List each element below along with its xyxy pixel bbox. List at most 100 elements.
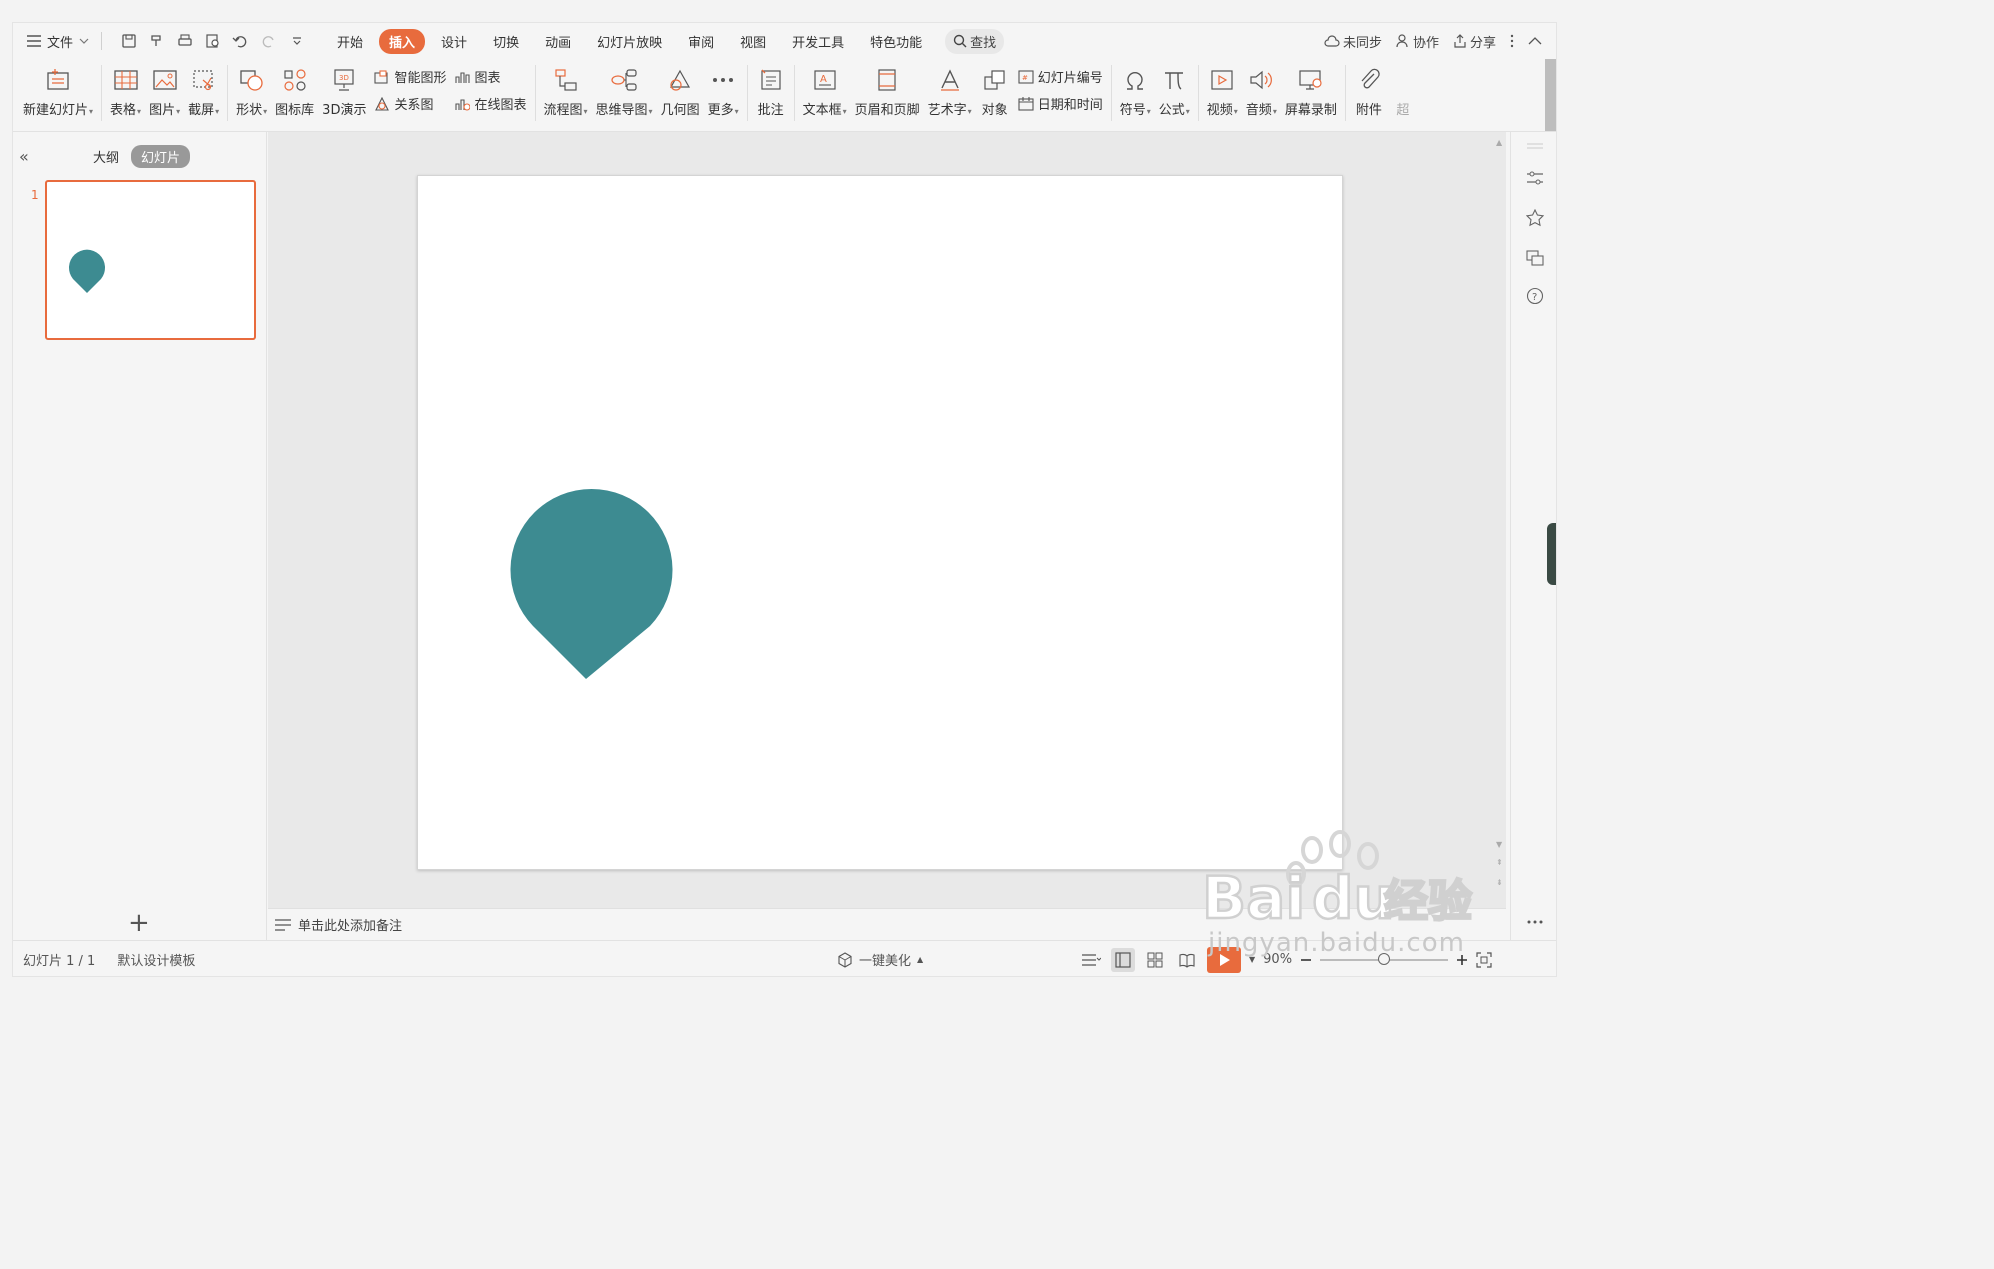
relation-button[interactable]: 关系图 [374, 94, 446, 113]
icon-library-button[interactable]: 图标库 [275, 59, 314, 123]
picture-button[interactable]: 图片▾ [149, 59, 180, 123]
video-button[interactable]: 视频▾ [1207, 59, 1238, 123]
collapse-panel-icon[interactable]: « [19, 147, 29, 166]
screen-record-button[interactable]: 屏幕录制 [1285, 59, 1337, 123]
template-name[interactable]: 默认设计模板 [117, 950, 195, 969]
slide-number-label: 1 [31, 188, 39, 202]
redo-icon[interactable] [256, 28, 282, 54]
collapse-ribbon-icon[interactable] [1528, 37, 1542, 45]
format-painter-icon[interactable] [144, 28, 170, 54]
tab-outline[interactable]: 大纲 [93, 147, 119, 166]
beautify-icon [837, 951, 853, 968]
tab-insert[interactable]: 插入 [379, 28, 426, 54]
wordart-button[interactable]: 艺术字▾ [928, 59, 972, 123]
print-icon[interactable] [172, 28, 198, 54]
search-button[interactable]: 查找 [945, 28, 1005, 54]
mindmap-button[interactable]: 思维导图▾ [596, 59, 653, 123]
comment-icon [756, 65, 786, 95]
teardrop-shape[interactable] [510, 488, 673, 679]
omega-icon [1120, 65, 1150, 95]
new-slide-button[interactable]: 新建幻灯片▾ [23, 59, 93, 123]
share-button[interactable]: 分享 [1453, 32, 1496, 51]
header-footer-button[interactable]: 页眉和页脚 [855, 59, 920, 123]
video-label: 视频 [1206, 103, 1233, 118]
tab-developer[interactable]: 开发工具 [782, 29, 854, 54]
collaborate-button[interactable]: 协作 [1396, 32, 1439, 51]
tab-design[interactable]: 设计 [431, 29, 477, 54]
comment-button[interactable]: 批注 [756, 59, 786, 123]
tab-slides[interactable]: 幻灯片 [131, 144, 191, 168]
slide-number-button[interactable]: # 幻灯片编号 [1018, 67, 1103, 86]
smart-art-label: 智能图形 [394, 71, 447, 86]
reading-view-icon[interactable] [1175, 948, 1199, 972]
wordart-label: 艺术字 [927, 103, 967, 118]
ribbon-scroll-right[interactable] [1545, 59, 1556, 131]
slide-number-label: 幻灯片编号 [1037, 71, 1103, 86]
shapes-icon [237, 65, 267, 95]
smart-art-icon [374, 69, 390, 84]
thumbnail-teardrop-shape [69, 249, 105, 293]
scroll-up-icon[interactable]: ▲ [1496, 138, 1502, 147]
overflow-button[interactable]: 超 [1388, 59, 1418, 123]
icon-library-icon [280, 65, 310, 95]
notes-placeholder: 单击此处添加备注 [298, 919, 403, 934]
formula-button[interactable]: 公式▾ [1159, 59, 1190, 123]
normal-view-icon[interactable] [1111, 947, 1135, 972]
tab-slideshow[interactable]: 幻灯片放映 [587, 29, 672, 54]
slide-thumbnail[interactable] [45, 180, 256, 340]
symbol-label: 符号 [1119, 103, 1146, 118]
datetime-button[interactable]: 日期和时间 [1018, 94, 1103, 113]
attachment-label: 附件 [1355, 103, 1382, 118]
tab-home[interactable]: 开始 [327, 29, 373, 54]
slide-count: 幻灯片 1 / 1 [23, 954, 96, 969]
chart-label: 图表 [474, 71, 501, 86]
add-slide-icon[interactable]: + [128, 908, 150, 938]
notes-toggle-icon[interactable] [1079, 948, 1103, 972]
undo-icon[interactable] [228, 28, 254, 54]
pi-icon [1159, 65, 1189, 95]
chevron-down-icon [79, 38, 89, 44]
save-icon[interactable] [116, 28, 142, 54]
slide-content [510, 488, 673, 679]
sync-status-button[interactable]: 未同步 [1324, 32, 1382, 51]
chart-button[interactable]: 图表 [454, 67, 526, 86]
screenshot-button[interactable]: 截屏▾ [188, 59, 219, 123]
tab-view[interactable]: 视图 [730, 29, 776, 54]
audio-button[interactable]: 音频▾ [1246, 59, 1277, 123]
settings-sliders-icon[interactable] [1523, 166, 1547, 190]
more-vertical-icon[interactable] [1510, 34, 1514, 48]
symbol-button[interactable]: 符号▾ [1120, 59, 1151, 123]
copy-icon[interactable] [1523, 246, 1547, 270]
side-panel-handle[interactable] [1547, 523, 1556, 585]
tab-features[interactable]: 特色功能 [860, 29, 932, 54]
menu-bar: 文件 开始 插入 设计 切换 动画 幻灯片放映 审阅 视图 开发工具 特色功能 … [13, 23, 1556, 59]
tab-animations[interactable]: 动画 [535, 29, 581, 54]
3d-icon: 3D [329, 65, 359, 95]
flowchart-button[interactable]: 流程图▾ [544, 59, 588, 123]
icon-library-label: 图标库 [275, 103, 315, 118]
shape-button[interactable]: 形状▾ [236, 59, 267, 123]
file-menu-label: 文件 [47, 35, 74, 51]
thumbnail-shape [69, 249, 105, 293]
object-button[interactable]: 对象 [980, 59, 1010, 123]
smart-art-button[interactable]: 智能图形 [374, 67, 446, 86]
help-icon[interactable]: ? [1523, 284, 1547, 308]
textbox-button[interactable]: A 文本框▾ [803, 59, 847, 123]
customize-toolbar-icon[interactable] [284, 28, 310, 54]
geometry-button[interactable]: 几何图 [661, 59, 700, 123]
3d-demo-button[interactable]: 3D 3D演示 [322, 59, 366, 123]
beautify-button[interactable]: 一键美化 ▲ [837, 950, 923, 969]
slide-canvas[interactable] [417, 175, 1343, 870]
grid-view-icon[interactable] [1143, 948, 1167, 972]
star-icon[interactable] [1523, 206, 1547, 230]
file-menu-button[interactable]: 文件 [27, 32, 95, 51]
more-button[interactable]: 更多▾ [708, 59, 739, 123]
attachment-button[interactable]: 附件 [1354, 59, 1384, 123]
online-chart-button[interactable]: 在线图表 [454, 94, 527, 113]
tab-transitions[interactable]: 切换 [483, 29, 529, 54]
table-button[interactable]: 表格▾ [110, 59, 141, 123]
tab-review[interactable]: 审阅 [678, 29, 724, 54]
vertical-scrollbar[interactable]: ▲ ▼ ⇞ ⇟ [1496, 132, 1506, 908]
print-preview-icon[interactable] [200, 28, 226, 54]
more-horizontal-icon[interactable] [1523, 910, 1547, 934]
